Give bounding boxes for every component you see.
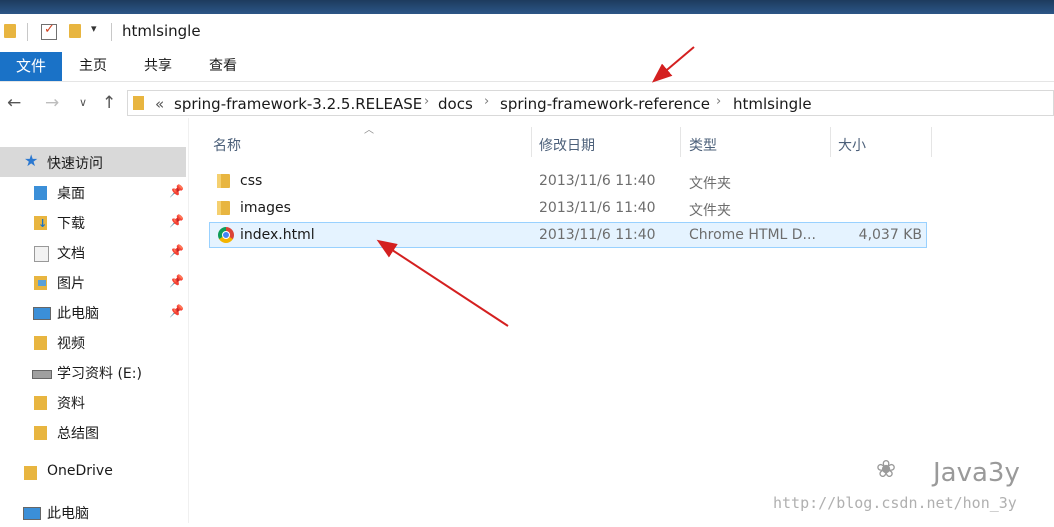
annotation-arrows: [376, 46, 695, 327]
arrow-to-address-bar: [651, 46, 695, 83]
wechat-logo-icon: ❀: [876, 455, 897, 483]
arrow-to-index-html: [376, 239, 509, 327]
watermark-url: http://blog.csdn.net/hon_3y: [773, 494, 1017, 512]
watermark-brand: Java3y: [933, 458, 1020, 488]
